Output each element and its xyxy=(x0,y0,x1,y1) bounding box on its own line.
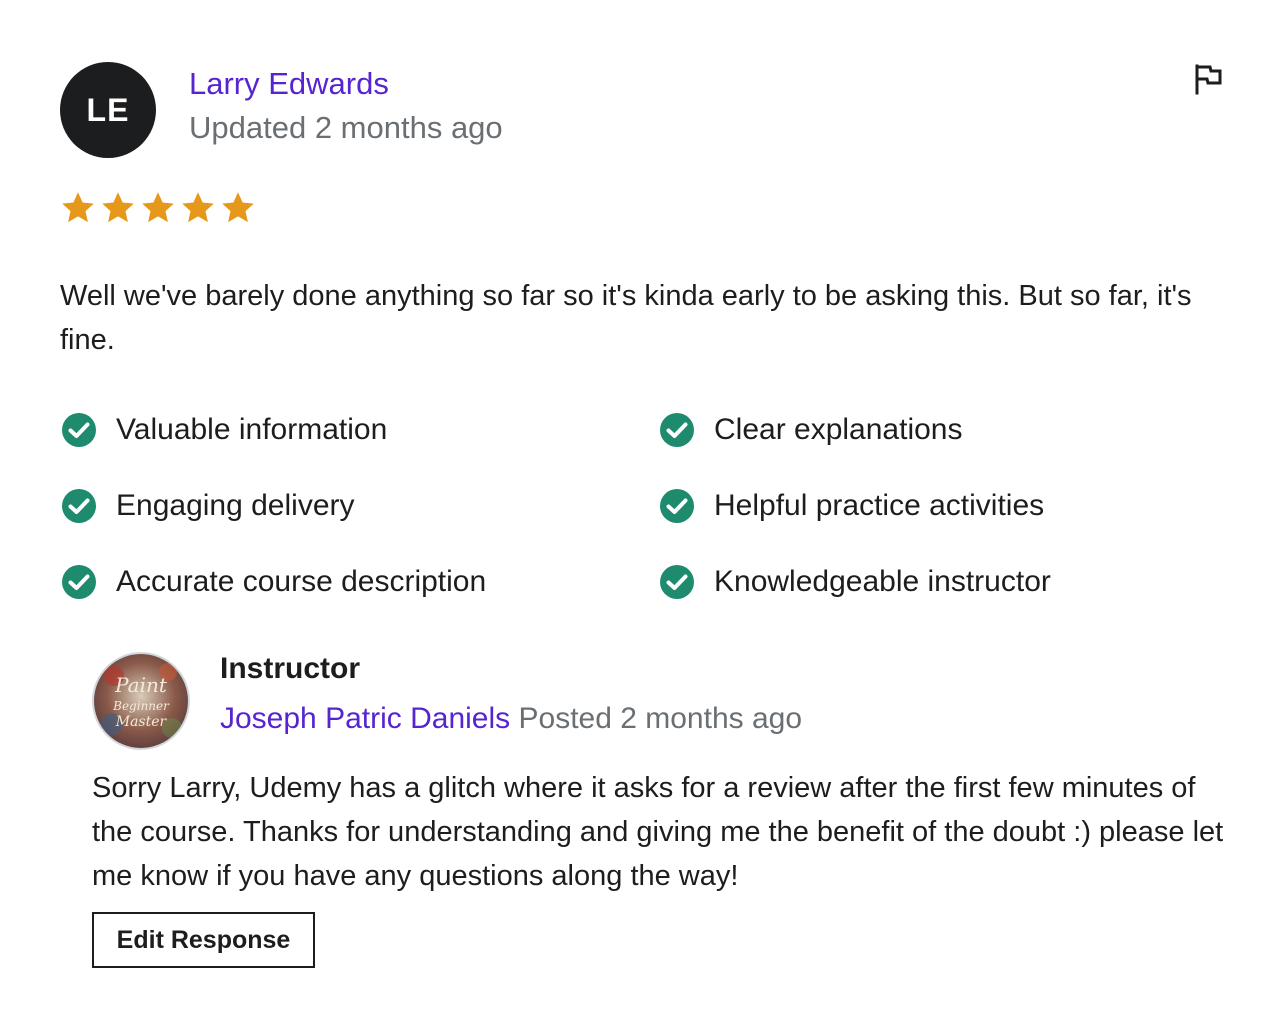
tag-label: Engaging delivery xyxy=(116,489,355,522)
tag-item: Valuable information xyxy=(60,408,658,452)
avatar-text-line: Master xyxy=(115,714,168,730)
avatar-text-line: Paint xyxy=(114,673,168,697)
star-icon xyxy=(62,192,94,223)
response-posted-time: Posted 2 months ago xyxy=(518,702,803,735)
tag-label: Accurate course description xyxy=(116,565,487,598)
response-meta: Joseph Patric Daniels Posted 2 months ag… xyxy=(220,702,802,736)
check-circle-icon xyxy=(62,413,96,447)
reviewer-name[interactable]: Larry Edwards xyxy=(189,66,389,102)
check-circle-icon xyxy=(62,565,96,599)
edit-response-button[interactable]: Edit Response xyxy=(92,912,315,968)
star-icon xyxy=(142,192,174,223)
star-rating xyxy=(60,190,256,226)
response-body: Sorry Larry, Udemy has a glitch where it… xyxy=(92,772,1224,892)
tag-item: Knowledgeable instructor xyxy=(658,560,1230,604)
tag-item: Engaging delivery xyxy=(60,484,658,528)
avatar-initials: LE xyxy=(86,91,130,128)
tag-label: Clear explanations xyxy=(714,413,963,446)
reviewer-avatar: LE xyxy=(60,62,156,158)
tag-label: Knowledgeable instructor xyxy=(714,565,1051,598)
flag-icon[interactable] xyxy=(1190,62,1224,96)
star-icon xyxy=(182,192,214,223)
review-body: Well we've barely done anything so far s… xyxy=(60,280,1192,356)
instructor-name[interactable]: Joseph Patric Daniels xyxy=(220,702,510,735)
star-icon xyxy=(102,192,134,223)
tag-item: Clear explanations xyxy=(658,408,1230,452)
star-icon xyxy=(222,192,254,223)
check-circle-icon xyxy=(660,413,694,447)
tag-item: Helpful practice activities xyxy=(658,484,1230,528)
review-updated-time: Updated 2 months ago xyxy=(189,110,503,145)
check-circle-icon xyxy=(660,489,694,523)
instructor-avatar: Paint Beginner Master xyxy=(92,652,190,750)
check-circle-icon xyxy=(62,489,96,523)
review-tags: Valuable information Clear explanations … xyxy=(60,408,1230,604)
avatar-text-line: Beginner xyxy=(112,699,170,713)
tag-label: Valuable information xyxy=(116,413,388,446)
tag-item: Accurate course description xyxy=(60,560,658,604)
check-circle-icon xyxy=(660,565,694,599)
tag-label: Helpful practice activities xyxy=(714,489,1045,522)
response-role: Instructor xyxy=(220,652,361,685)
